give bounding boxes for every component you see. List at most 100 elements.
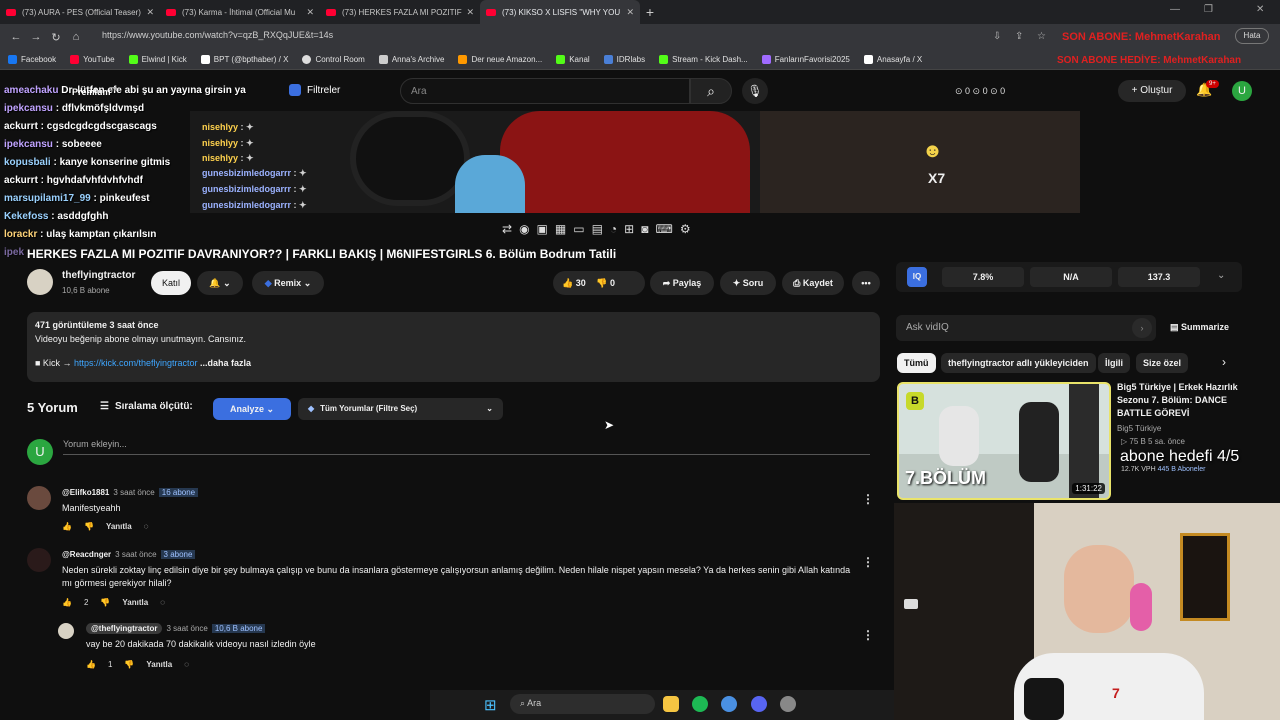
broadcast-icon[interactable]: ◉ bbox=[519, 222, 529, 236]
spotify-icon[interactable] bbox=[692, 696, 708, 712]
like-icon[interactable]: 👍 bbox=[86, 660, 96, 669]
bookmark-item[interactable]: Der neue Amazon... bbox=[458, 55, 542, 64]
loop-icon[interactable]: ⇄ bbox=[502, 222, 512, 236]
chip-all[interactable]: Tümü bbox=[897, 353, 936, 373]
comment-menu-icon[interactable]: ⋮ bbox=[862, 628, 874, 642]
url-field[interactable]: https://www.youtube.com/watch?v=qzB_RXQq… bbox=[102, 30, 333, 40]
close-window-icon[interactable]: ✕ bbox=[1256, 4, 1264, 15]
ask-button[interactable]: ✦ Soru bbox=[720, 271, 776, 295]
bookmark-item[interactable]: IDRlabs bbox=[603, 55, 645, 64]
minimize-icon[interactable]: — bbox=[1170, 4, 1180, 15]
dislike-icon[interactable]: 👎 bbox=[84, 522, 94, 531]
comment-avatar[interactable] bbox=[27, 548, 51, 572]
close-icon[interactable]: ✕ bbox=[626, 7, 634, 18]
reload-icon[interactable]: ↻ bbox=[46, 31, 66, 44]
like-button[interactable]: 👍 30 👎 0 bbox=[553, 271, 645, 295]
bookmark-item[interactable]: Kanal bbox=[556, 55, 590, 64]
vidiq-icon[interactable]: IQ bbox=[907, 267, 927, 287]
dislike-icon[interactable]: 👎 bbox=[124, 660, 134, 669]
screen-icon[interactable]: ▭ bbox=[573, 222, 584, 236]
share-button[interactable]: ➦ Paylaş bbox=[650, 271, 714, 295]
file-explorer-icon[interactable] bbox=[663, 696, 679, 712]
restore-icon[interactable]: ❐ bbox=[1204, 4, 1213, 15]
filters-button[interactable]: Filtreler bbox=[289, 84, 340, 96]
subscribe-bell-button[interactable]: 🔔 ⌄ bbox=[197, 271, 243, 295]
calendar-icon[interactable]: ▦ bbox=[555, 222, 566, 236]
chip-uploader[interactable]: theflyingtractor adlı yükleyiciden bbox=[941, 353, 1096, 373]
camera-icon[interactable]: ◙ bbox=[641, 222, 648, 236]
vidiq-icon[interactable]: ◌ bbox=[160, 598, 165, 607]
bookmark-item[interactable]: Facebook bbox=[8, 55, 56, 64]
chevron-right-icon[interactable]: › bbox=[1222, 355, 1226, 369]
chrome-icon[interactable] bbox=[721, 696, 737, 712]
comment-author[interactable]: @theflyingtractor bbox=[86, 623, 163, 634]
browser-tab[interactable]: (73) HERKES FAZLA MI POZITIF ✕ bbox=[320, 0, 480, 24]
taskbar-search[interactable]: ⌕ Ara bbox=[510, 694, 655, 714]
dislike-icon[interactable]: 👎 bbox=[100, 598, 110, 607]
reply-button[interactable]: Yanıtla bbox=[146, 660, 172, 669]
keyboard-icon[interactable]: ⌨ bbox=[655, 222, 672, 236]
bookmark-item[interactable]: FanlarınFavorisi2025 bbox=[761, 55, 850, 64]
add-comment-input[interactable]: Yorum ekleyin... bbox=[63, 439, 870, 455]
close-icon[interactable]: ✕ bbox=[146, 7, 154, 18]
related-video-title[interactable]: Big5 Türkiye | Erkek Hazırlık Sezonu 7. … bbox=[1117, 381, 1242, 420]
kick-link[interactable]: https://kick.com/theflyingtractor bbox=[74, 358, 198, 368]
comment-author[interactable]: @Reacdnger bbox=[62, 550, 111, 559]
share-icon[interactable]: ⇪ bbox=[1015, 31, 1023, 42]
forward-icon[interactable]: → bbox=[26, 31, 46, 43]
browser-tab[interactable]: (73) AURA - PES (Official Teaser) ✕ bbox=[0, 0, 160, 24]
vidiq-icon[interactable]: ◌ bbox=[144, 522, 149, 531]
bookmark-item[interactable]: YouTube bbox=[70, 55, 115, 64]
bookmark-item[interactable]: Stream - Kick Dash... bbox=[659, 55, 748, 64]
comment-avatar[interactable] bbox=[58, 623, 74, 639]
home-icon[interactable]: ⌂ bbox=[66, 31, 86, 43]
bookmark-item[interactable]: Anna's Archive bbox=[378, 55, 444, 64]
vidiq-icon[interactable]: ◌ bbox=[184, 660, 189, 669]
comment-author[interactable]: @Elifko1881 bbox=[62, 488, 109, 497]
chevron-down-icon[interactable]: ⌄ bbox=[1217, 270, 1225, 281]
search-icon[interactable]: ⌕ bbox=[690, 78, 732, 104]
more-link[interactable]: ...daha fazla bbox=[200, 358, 251, 368]
bookmark-item[interactable]: Anasayfa / X bbox=[863, 55, 922, 64]
remix-button[interactable]: ◆ Remix ⌄ bbox=[252, 271, 324, 295]
reply-button[interactable]: Yanıtla bbox=[122, 598, 148, 607]
create-button[interactable]: + Oluştur bbox=[1118, 80, 1186, 102]
sort-button[interactable]: ☰ Sıralama ölçütü: bbox=[100, 401, 193, 412]
theater-icon[interactable]: ▤ bbox=[592, 222, 603, 236]
back-icon[interactable]: ← bbox=[6, 31, 26, 43]
like-icon[interactable]: 👍 bbox=[62, 522, 72, 531]
install-icon[interactable]: ⇩ bbox=[993, 31, 1001, 42]
comment-menu-icon[interactable]: ⋮ bbox=[862, 555, 874, 569]
close-icon[interactable]: ✕ bbox=[466, 7, 474, 18]
chip-related[interactable]: İlgili bbox=[1098, 353, 1130, 373]
more-button[interactable]: ••• bbox=[852, 271, 880, 295]
gear-icon[interactable]: ⚙ bbox=[680, 222, 691, 236]
chip-for-you[interactable]: Size özel bbox=[1136, 353, 1189, 373]
browser-tab[interactable]: (73) Karma - İhtimal (Official Mu ✕ bbox=[160, 0, 320, 24]
speed-icon[interactable]: ◔ bbox=[610, 222, 617, 236]
join-button[interactable]: Katıl bbox=[151, 271, 191, 295]
description-box[interactable]: 471 görüntüleme 3 saat önce Videoyu beğe… bbox=[27, 312, 880, 382]
ask-vidiq-input[interactable]: Ask vidIQ bbox=[896, 315, 1156, 341]
bookmark-item[interactable]: Control Room bbox=[302, 55, 365, 64]
reply-button[interactable]: Yanıtla bbox=[106, 522, 132, 531]
close-icon[interactable]: ✕ bbox=[306, 7, 314, 18]
comment-filter-select[interactable]: ◆ Tüm Yorumlar (Filtre Seç) ⌄ bbox=[298, 398, 503, 420]
windows-start-icon[interactable]: ⊞ bbox=[484, 696, 497, 714]
like-icon[interactable]: 👍 bbox=[62, 598, 72, 607]
error-button[interactable]: Hata bbox=[1235, 28, 1269, 44]
summarize-button[interactable]: ▤ Summarize bbox=[1170, 322, 1229, 333]
bookmark-item[interactable]: BPT (@bpthaber) / X bbox=[200, 55, 288, 64]
bookmark-item[interactable]: Elwind | Kick bbox=[128, 55, 187, 64]
related-video-thumbnail[interactable]: B 7.BÖLÜM 1:31:22 bbox=[897, 382, 1111, 500]
new-tab-button[interactable]: + bbox=[640, 4, 660, 20]
save-button[interactable]: ⎙ Kaydet bbox=[782, 271, 844, 295]
pip-icon[interactable]: ▣ bbox=[537, 222, 548, 236]
browser-tab-active[interactable]: (73) KIKSO X LISFIS "WHY YOU TA ✕ bbox=[480, 0, 640, 24]
comment-menu-icon[interactable]: ⋮ bbox=[862, 492, 874, 506]
microphone-icon[interactable]: 🎙 bbox=[742, 78, 768, 104]
related-video-channel[interactable]: Big5 Türkiye bbox=[1117, 424, 1161, 433]
channel-avatar[interactable] bbox=[27, 269, 53, 295]
add-icon[interactable]: ⊞ bbox=[624, 222, 634, 236]
avatar[interactable]: U bbox=[1232, 81, 1252, 101]
